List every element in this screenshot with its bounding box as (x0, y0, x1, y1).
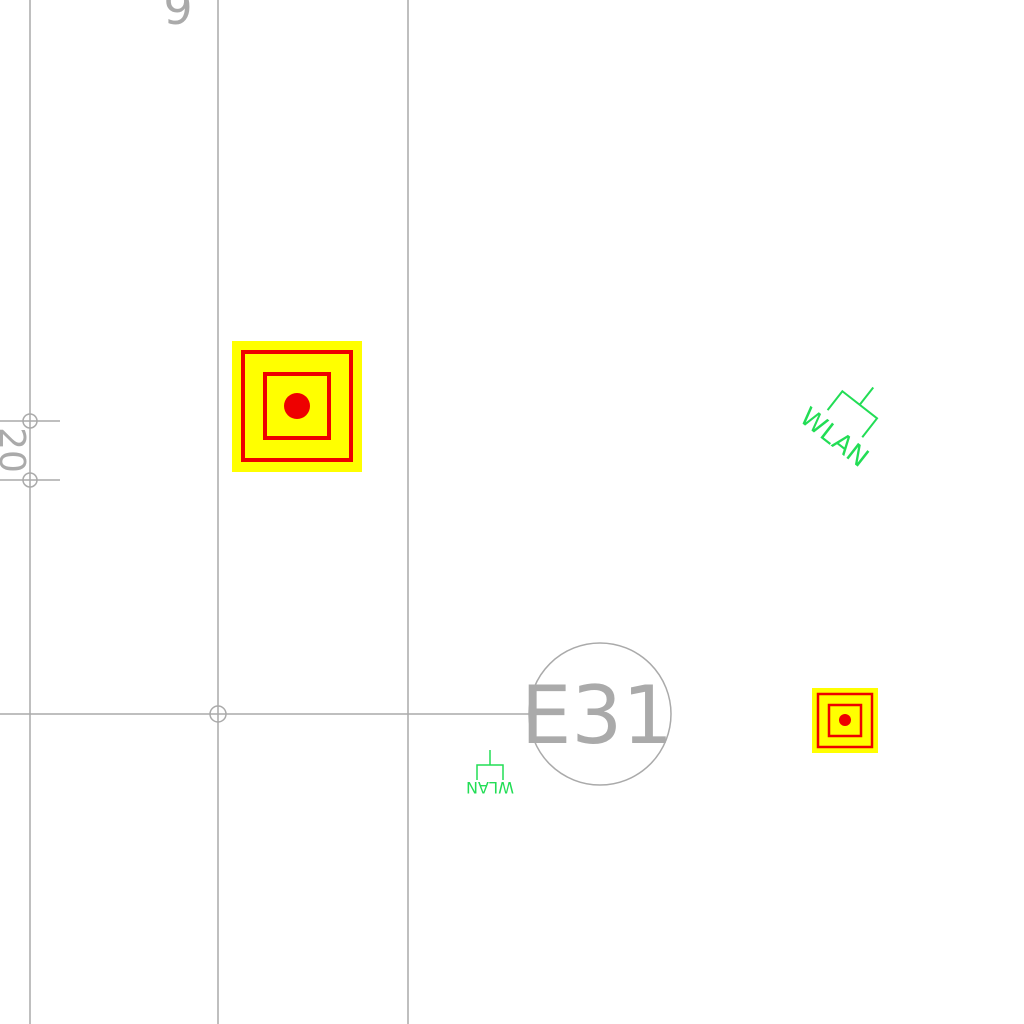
wlan-label: WLAN (794, 402, 874, 474)
grid-bubble[interactable]: E31 (521, 642, 673, 786)
red-target-marker-icon[interactable] (812, 688, 878, 753)
wlan-symbol[interactable]: WLAN (794, 363, 904, 474)
grid-lines (0, 0, 530, 1024)
wlan-symbol[interactable]: WLAN (466, 750, 514, 797)
cut-label-top: 6 (163, 0, 192, 33)
wlan-antenna-icon (476, 750, 504, 780)
grid-intersection-node (22, 413, 227, 723)
floor-plan-drawing[interactable]: 6 20 E31 WLAN WLAN (0, 0, 1024, 1024)
grid-bubble-label: E31 (521, 669, 673, 762)
wlan-label: WLAN (466, 778, 514, 797)
red-target-marker-icon[interactable] (232, 341, 362, 472)
cut-label-left: 20 (0, 427, 32, 473)
